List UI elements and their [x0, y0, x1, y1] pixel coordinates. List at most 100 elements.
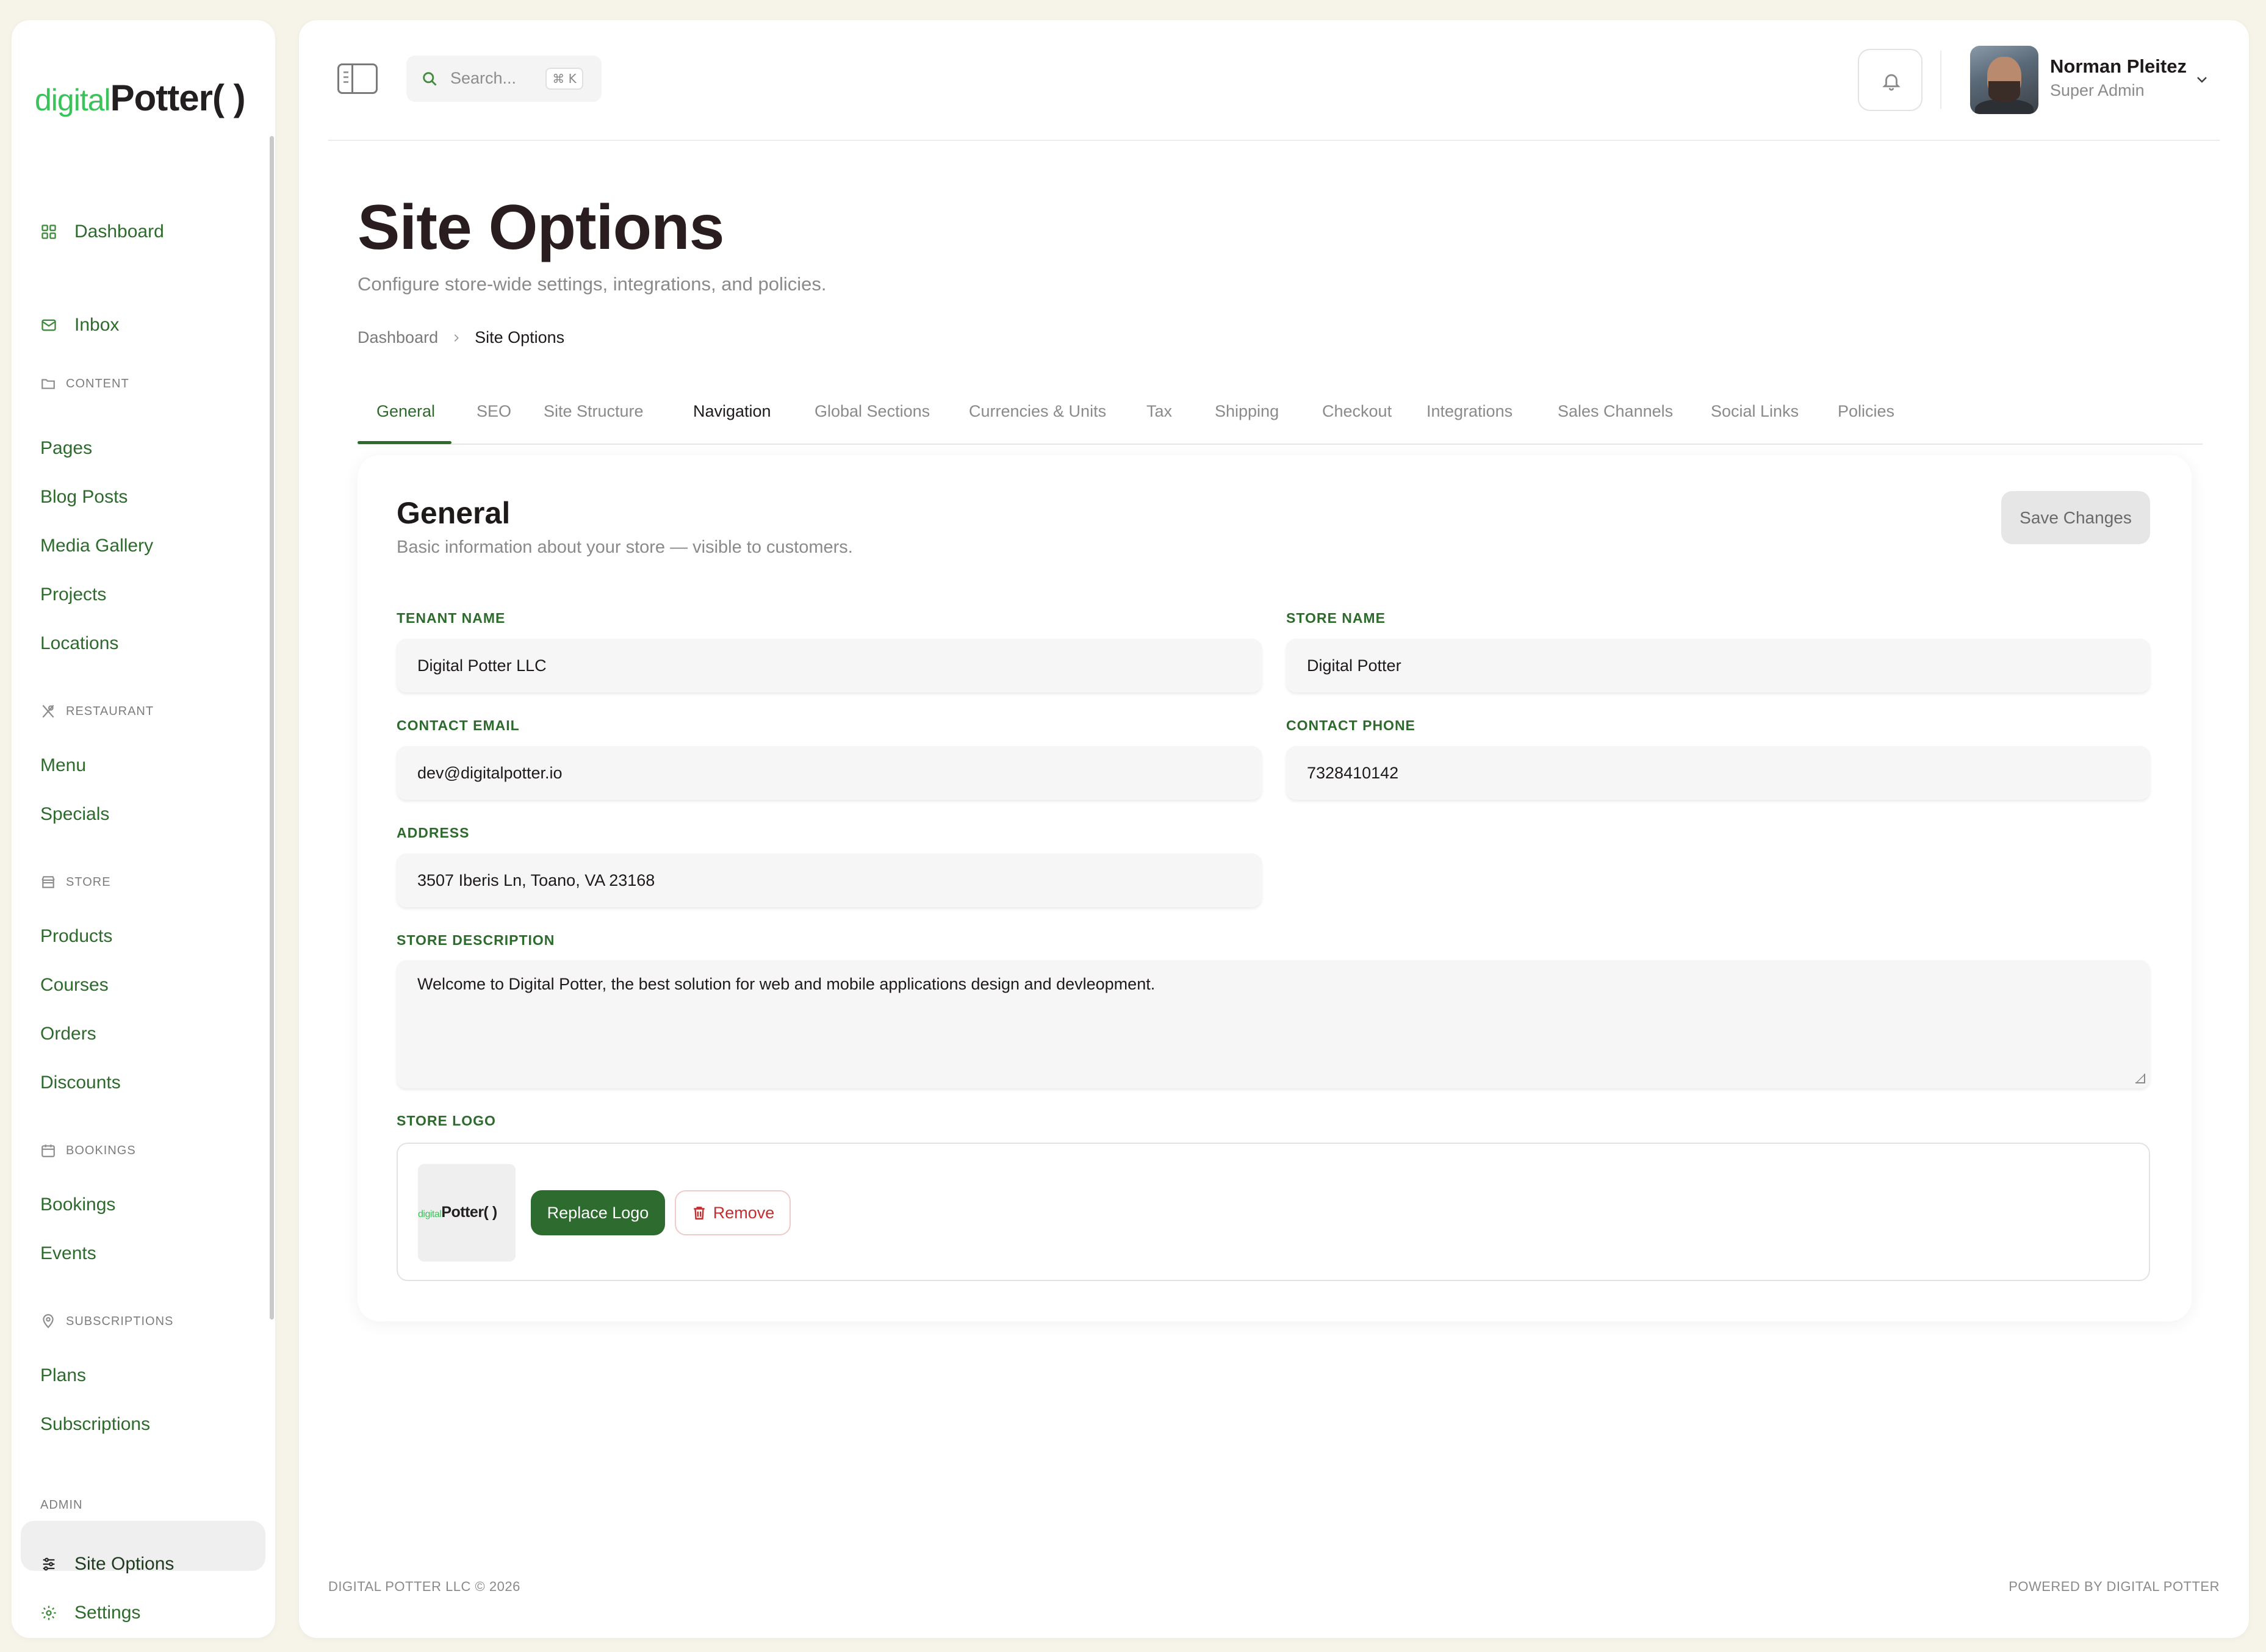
store-description-label: Store Description [397, 932, 555, 948]
avatar[interactable] [1970, 46, 2038, 114]
sidebar-item-inbox[interactable]: Inbox [40, 307, 119, 343]
sidebar-item-bookings[interactable]: Bookings [40, 1190, 115, 1220]
breadcrumb-current: Site Options [475, 328, 565, 347]
sidebar-item-site-options[interactable]: Site Options [40, 1546, 174, 1582]
sidebar-item-orders[interactable]: Orders [40, 1019, 96, 1049]
bell-icon [1882, 74, 1901, 91]
tab-social-links[interactable]: Social Links [1711, 402, 1799, 421]
section-label-restaurant: Restaurant [40, 703, 154, 719]
contact-phone-input[interactable]: 7328410142 [1286, 746, 2150, 800]
tab-currencies-units[interactable]: Currencies & Units [969, 402, 1106, 421]
footer-copyright: DIGITAL POTTER LLC © 2026 [328, 1579, 520, 1594]
sidebar-item-specials[interactable]: Specials [40, 799, 109, 830]
chevron-down-icon [2197, 77, 2207, 83]
contact-email-input[interactable]: dev@digitalpotter.io [397, 746, 1262, 800]
sidebar-scrollbar[interactable] [270, 136, 274, 1320]
sidebar-item-label: Dashboard [74, 221, 164, 242]
store-name-label: Store Name [1286, 610, 1386, 626]
page-title: Site Options [358, 192, 724, 263]
search-input[interactable]: Search... ⌘ K [406, 56, 602, 102]
general-settings-card: General Basic information about your sto… [358, 455, 2192, 1321]
tab-policies[interactable]: Policies [1838, 402, 1894, 421]
remove-logo-button[interactable]: Remove [675, 1190, 791, 1235]
search-shortcut-badge: ⌘ K [545, 68, 583, 90]
sidebar-item-locations[interactable]: Locations [40, 628, 118, 659]
search-placeholder: Search... [450, 69, 517, 87]
sidebar-item-media-gallery[interactable]: Media Gallery [40, 531, 153, 561]
sidebar-item-events[interactable]: Events [40, 1238, 96, 1269]
main-panel: Search... ⌘ K Norman Pleitez Super Admin… [299, 20, 2249, 1638]
store-name-input[interactable]: Digital Potter [1286, 639, 2150, 692]
sidebar-item-products[interactable]: Products [40, 921, 112, 952]
header-divider-line [328, 140, 2220, 141]
header-divider [1940, 51, 1941, 109]
gear-icon [40, 1604, 57, 1621]
tab-bar: General SEO Site Structure Navigation Gl… [358, 393, 2203, 445]
card-subtitle: Basic information about your store — vis… [397, 537, 853, 557]
tab-general[interactable]: General [376, 402, 435, 421]
remove-logo-label: Remove [713, 1203, 775, 1222]
sidebar-item-dashboard[interactable]: Dashboard [40, 214, 164, 250]
notifications-button[interactable] [1858, 49, 1923, 111]
section-label-bookings: Bookings [40, 1143, 136, 1158]
address-input[interactable]: 3507 Iberis Ln, Toano, VA 23168 [397, 853, 1262, 907]
tab-site-structure[interactable]: Site Structure [544, 402, 644, 421]
sidebar-item-plans[interactable]: Plans [40, 1360, 86, 1391]
address-label: Address [397, 825, 470, 841]
sidebar-item-settings[interactable]: Settings [40, 1595, 140, 1631]
store-description-textarea[interactable]: Welcome to Digital Potter, the best solu… [397, 960, 2150, 1088]
mail-icon [40, 317, 57, 334]
store-description-text: Welcome to Digital Potter, the best solu… [417, 975, 1156, 993]
sidebar-item-pages[interactable]: Pages [40, 433, 92, 464]
sidebar-item-discounts[interactable]: Discounts [40, 1068, 121, 1098]
sidebar-item-subscriptions[interactable]: Subscriptions [40, 1409, 150, 1440]
sidebar-item-menu[interactable]: Menu [40, 750, 86, 781]
store-logo-image: digitalPotter( ) [418, 1204, 497, 1221]
sidebar-toggle-icon [343, 71, 348, 73]
sidebar-item-blog-posts[interactable]: Blog Posts [40, 482, 128, 512]
breadcrumb: Dashboard Site Options [358, 328, 564, 347]
utensils-icon [40, 703, 56, 719]
sidebar-item-projects[interactable]: Projects [40, 580, 106, 610]
user-name[interactable]: Norman Pleitez [2050, 56, 2187, 77]
sidebar: digitalPotter( ) Dashboard Inbox Content… [12, 20, 275, 1638]
section-label-subscriptions: Subscriptions [40, 1313, 173, 1329]
tab-navigation[interactable]: Navigation [693, 402, 771, 421]
textarea-resize-handle[interactable] [2135, 1074, 2145, 1083]
tab-global-sections[interactable]: Global Sections [815, 402, 930, 421]
tab-integrations[interactable]: Integrations [1426, 402, 1512, 421]
sidebar-item-courses[interactable]: Courses [40, 970, 109, 1000]
sliders-icon [40, 1556, 57, 1573]
page-subtitle: Configure store-wide settings, integrati… [358, 273, 827, 295]
tab-tax[interactable]: Tax [1146, 402, 1172, 421]
store-logo-preview: digitalPotter( ) [418, 1164, 516, 1262]
replace-logo-button[interactable]: Replace Logo [531, 1190, 665, 1235]
folder-icon [40, 376, 56, 392]
tenant-name-input[interactable]: Digital Potter LLC [397, 639, 1262, 692]
section-label-admin: Admin [40, 1498, 83, 1512]
save-changes-button[interactable]: Save Changes [2001, 491, 2150, 544]
tenant-name-label: Tenant Name [397, 610, 506, 626]
tab-sales-channels[interactable]: Sales Channels [1558, 402, 1673, 421]
user-menu-button[interactable] [2193, 73, 2211, 90]
chevron-right-icon [454, 334, 459, 342]
calendar-icon [40, 1143, 56, 1158]
sidebar-toggle-button[interactable] [337, 63, 378, 94]
breadcrumb-link-dashboard[interactable]: Dashboard [358, 328, 438, 347]
store-logo-panel: digitalPotter( ) Replace Logo Remove [397, 1143, 2150, 1281]
brand-logo[interactable]: digitalPotter( ) [35, 74, 246, 124]
search-icon [421, 70, 438, 87]
grid-icon [40, 223, 57, 240]
contact-phone-label: Contact Phone [1286, 717, 1415, 733]
tab-shipping[interactable]: Shipping [1215, 402, 1279, 421]
section-label-content: Content [40, 376, 129, 392]
active-tab-indicator [358, 441, 451, 444]
card-title: General [397, 496, 511, 530]
tab-checkout[interactable]: Checkout [1322, 402, 1392, 421]
store-icon [40, 874, 56, 890]
sidebar-item-label: Inbox [74, 315, 120, 335]
map-pin-icon [40, 1313, 56, 1329]
tab-seo[interactable]: SEO [477, 402, 511, 421]
user-role: Super Admin [2050, 81, 2145, 99]
sidebar-item-label: Settings [74, 1603, 141, 1623]
